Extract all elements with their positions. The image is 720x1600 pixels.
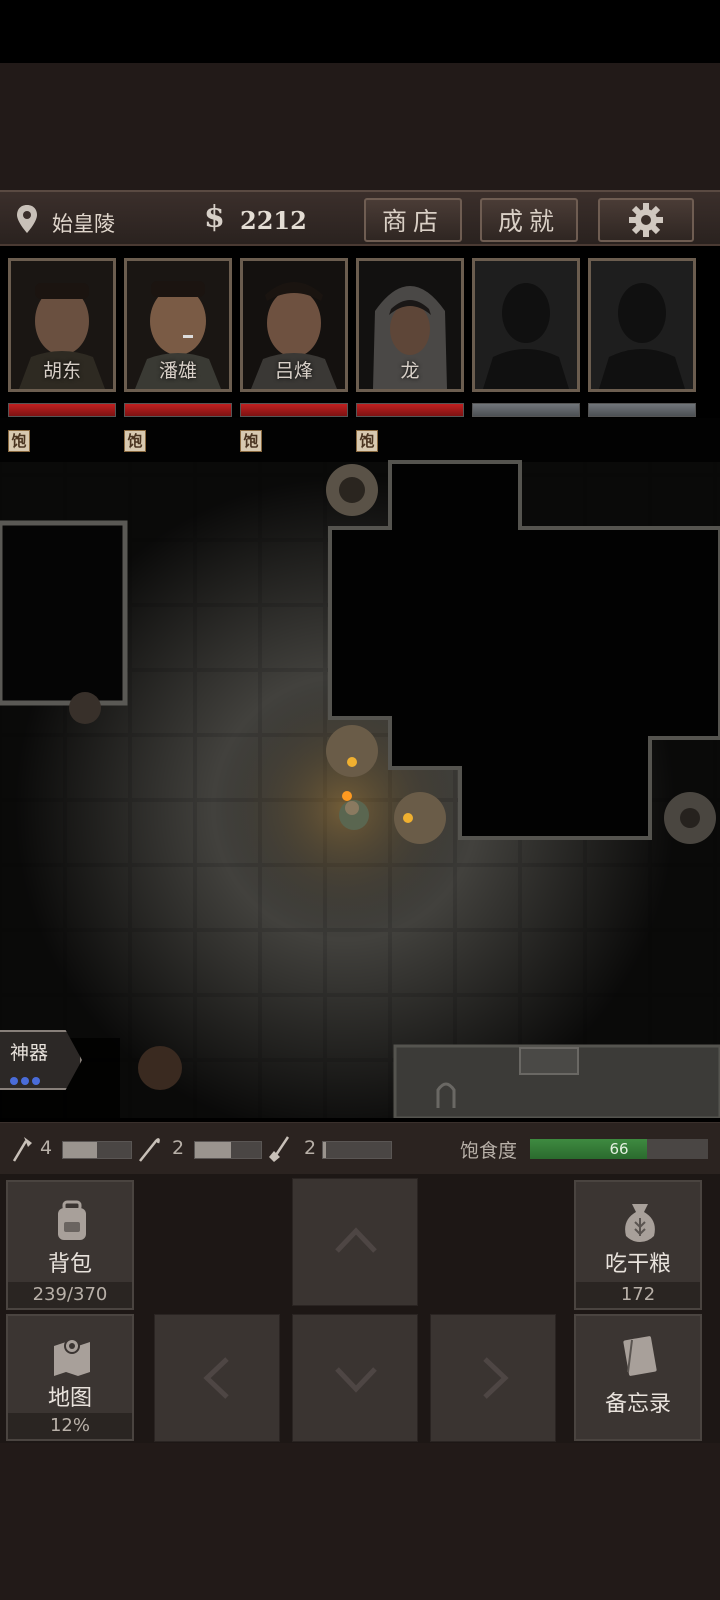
notes-label: 备忘录 — [604, 1392, 671, 1417]
party-member-4[interactable]: 龙 — [356, 258, 464, 392]
currency-icon: $ — [204, 200, 225, 235]
artifact-charge-dot — [10, 1077, 18, 1085]
hook-icon — [139, 1138, 160, 1162]
money-amount: 2212 — [240, 206, 307, 235]
hp-bar — [240, 403, 348, 417]
rations-count: 172 — [576, 1282, 700, 1308]
game-header: 始皇陵 $ 2212 商店 成就 — [0, 190, 720, 246]
hp-bar — [124, 403, 232, 417]
stone-statue — [664, 792, 716, 844]
dungeon-map[interactable] — [0, 418, 720, 1118]
backpack-button[interactable]: 背包 239/370 — [6, 1180, 134, 1310]
hook-durability-bar — [194, 1141, 262, 1159]
party-member-3[interactable]: 吕烽 — [240, 258, 348, 392]
dungeon-map-canvas — [0, 418, 720, 1118]
chevron-down-icon — [335, 1367, 377, 1393]
party-member-name: 吕烽 — [274, 360, 313, 382]
backpack-capacity: 239/370 — [8, 1282, 132, 1308]
achievements-button[interactable]: 成就 — [480, 198, 578, 242]
notebook-icon — [623, 1336, 657, 1376]
axe-count: 4 — [40, 1137, 53, 1159]
shovel-durability-fill — [323, 1142, 327, 1158]
axe-durability-bar — [62, 1141, 132, 1159]
artifact-charge-dot — [21, 1077, 29, 1085]
hook-count: 2 — [172, 1137, 185, 1159]
map-progress: 12% — [8, 1413, 132, 1439]
move-left-button[interactable] — [154, 1314, 280, 1442]
hunger-value: 66 — [609, 1140, 629, 1158]
location-name: 始皇陵 — [52, 212, 115, 236]
backpack-icon — [58, 1200, 86, 1240]
party-slot-empty-5[interactable] — [472, 258, 580, 392]
hp-bar — [8, 403, 116, 417]
status-badge: 饱 — [356, 430, 378, 452]
chevron-right-icon — [483, 1357, 509, 1399]
stone-statue — [326, 725, 378, 777]
map-icon — [54, 1338, 90, 1376]
hunger-bar: 66 — [530, 1139, 708, 1159]
map-label: 地图 — [47, 1386, 92, 1411]
map-button[interactable]: 地图 12% — [6, 1314, 134, 1441]
status-badge: 饱 — [124, 430, 146, 452]
hook-durability-fill — [195, 1142, 232, 1158]
backpack-label: 背包 — [47, 1252, 92, 1277]
move-up-button[interactable] — [292, 1178, 418, 1306]
gear-icon — [629, 203, 663, 237]
party-slot-empty-6[interactable] — [588, 258, 696, 392]
settings-button[interactable] — [598, 198, 694, 242]
party-member-name: 胡东 — [42, 360, 81, 382]
shovel-count: 2 — [304, 1137, 317, 1159]
stone-statue — [394, 792, 446, 844]
move-down-button[interactable] — [292, 1314, 418, 1442]
stone-statue — [326, 464, 378, 516]
chevron-left-icon — [203, 1357, 229, 1399]
axe-durability-fill — [63, 1142, 97, 1158]
shovel-durability-bar — [322, 1141, 392, 1159]
artifact-label: 神器 — [10, 1042, 49, 1064]
hp-bar-empty — [588, 403, 696, 417]
party-member-2[interactable]: 潘雄 — [124, 258, 232, 392]
top-band — [0, 63, 720, 190]
eat-rations-label: 吃干粮 — [604, 1252, 671, 1277]
status-badge: 饱 — [8, 430, 30, 452]
shop-button[interactable]: 商店 — [364, 198, 462, 242]
party-member-name: 龙 — [400, 360, 420, 382]
hp-bar — [356, 403, 464, 417]
status-bar-area — [0, 0, 720, 63]
ration-bag-icon — [625, 1204, 655, 1242]
bottom-band — [0, 1443, 720, 1600]
empty-slot-silhouette-icon — [591, 261, 693, 389]
artifact-charge-dot — [32, 1077, 40, 1085]
shovel-icon — [269, 1136, 290, 1162]
party-member-1[interactable]: 胡东 — [8, 258, 116, 392]
location-pin-icon — [17, 205, 37, 233]
move-right-button[interactable] — [430, 1314, 556, 1442]
control-panel: 背包 239/370 吃干粮 172 地图 12% 备忘录 — [0, 1174, 720, 1443]
axe-icon — [12, 1137, 32, 1162]
status-badge: 饱 — [240, 430, 262, 452]
party-member-name: 潘雄 — [158, 360, 197, 382]
hunger-label: 饱食度 — [460, 1140, 518, 1162]
eat-rations-button[interactable]: 吃干粮 172 — [574, 1180, 702, 1310]
tool-status-bar: 4 2 2 饱食度 66 — [0, 1122, 720, 1174]
chevron-up-icon — [335, 1227, 377, 1253]
artifact-tab[interactable]: 神器 — [0, 1030, 82, 1090]
notes-button[interactable]: 备忘录 — [574, 1314, 702, 1441]
artifact-charges — [10, 1070, 43, 1089]
hp-bar-empty — [472, 403, 580, 417]
empty-slot-silhouette-icon — [475, 261, 577, 389]
